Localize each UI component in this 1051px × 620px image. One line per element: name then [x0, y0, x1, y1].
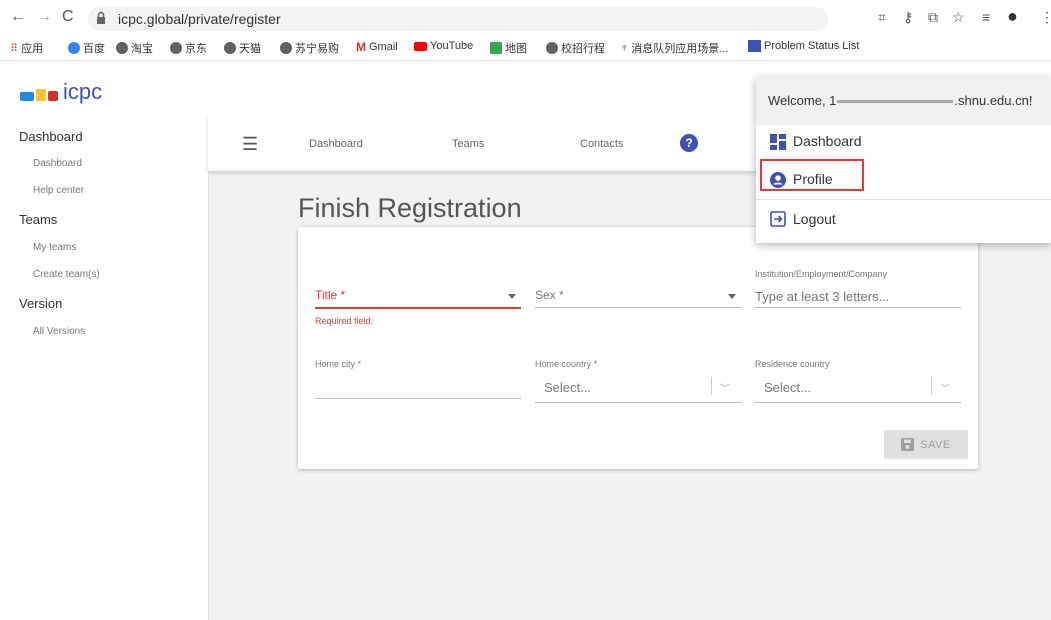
bookmark-gmail[interactable]: M Gmail	[356, 40, 398, 54]
home-city-label: Home city *	[315, 359, 362, 369]
forward-arrow-icon[interactable]: →	[36, 8, 52, 26]
redacted-email	[837, 100, 954, 104]
key-icon[interactable]: ⚷	[903, 9, 913, 26]
globe-icon	[546, 42, 558, 54]
institution-input[interactable]	[755, 285, 961, 307]
bookmark-problem-status[interactable]: Problem Status List	[748, 40, 859, 52]
more-menu-icon[interactable]: ⋮	[1040, 9, 1051, 26]
sex-dropdown-caret-icon	[728, 294, 736, 299]
bookmark-jd[interactable]: 京东	[170, 40, 207, 56]
url-text: icpc.global/private/register	[118, 11, 281, 27]
bookmark-campus[interactable]: 校招行程	[546, 40, 605, 56]
globe-icon	[170, 42, 182, 54]
bookmark-maps[interactable]: 地图	[490, 40, 527, 56]
bookmarks-bar: ⠿ 应用 百度 淘宝 京东 天猫 苏宁易购 M Gmail YouTube 地图 校…	[0, 36, 1051, 61]
logo-yellow-block-icon	[36, 89, 46, 101]
sidebar-section-dashboard: Dashboard	[19, 129, 83, 144]
registration-form-card: Title * Required field. Sex * Institutio…	[298, 227, 978, 469]
nav-dashboard[interactable]: Dashboard	[309, 138, 363, 150]
hamburger-menu-icon[interactable]: ☰	[242, 134, 258, 155]
title-error-text: Required field.	[315, 316, 374, 326]
user-dropdown-menu: Welcome, 1 .shnu.edu.cn! Dashboard Profil…	[756, 77, 1051, 243]
home-country-chevron-down-icon: ﹀	[720, 384, 730, 395]
sidebar-item-all-versions[interactable]: All Versions	[33, 326, 85, 337]
bookmark-baidu[interactable]: 百度	[68, 40, 105, 56]
gmail-icon: M	[356, 40, 366, 54]
qr-icon[interactable]: ⌗	[878, 9, 886, 26]
apps-grid-icon: ⠿	[10, 42, 19, 55]
globe-icon	[280, 42, 292, 54]
title-dropdown-caret-icon	[508, 294, 516, 299]
menu-label-dashboard: Dashboard	[793, 133, 862, 149]
dashboard-icon	[770, 134, 786, 150]
sidebar-item-help-center[interactable]: Help center	[33, 185, 84, 196]
title-underline	[315, 307, 521, 309]
maps-icon	[490, 42, 502, 54]
reading-list-icon[interactable]: ≡	[982, 9, 990, 25]
menu-item-dashboard[interactable]: Dashboard	[756, 123, 1051, 161]
sidebar-section-version: Version	[19, 296, 63, 311]
bookmark-taobao[interactable]: 淘宝	[116, 40, 153, 56]
title-select[interactable]	[315, 285, 521, 309]
star-icon[interactable]: ☆	[952, 9, 965, 26]
home-country-underline	[535, 402, 741, 403]
bookmark-tmall[interactable]: 天猫	[224, 40, 261, 56]
home-country-value: Select...	[544, 380, 591, 395]
home-country-label: Home country *	[535, 359, 598, 369]
save-label: SAVE	[920, 438, 951, 451]
menu-item-logout[interactable]: Logout	[756, 201, 1051, 239]
residence-country-separator	[931, 377, 932, 395]
logo-red-block-icon	[48, 91, 58, 101]
youtube-icon	[414, 41, 427, 51]
logout-icon	[770, 211, 786, 227]
sidebar-section-teams: Teams	[19, 212, 58, 227]
home-city-underline	[315, 398, 521, 399]
icpc-logo[interactable]: icpc	[20, 79, 103, 104]
poj-icon	[748, 40, 761, 52]
lock-icon	[97, 11, 105, 24]
floppy-disk-icon	[901, 438, 915, 451]
baidu-icon	[68, 42, 80, 54]
bookmark-apps[interactable]: ⠿ 应用	[10, 40, 43, 56]
logo-blue-block-icon	[20, 92, 34, 101]
residence-country-chevron-down-icon: ﹀	[940, 384, 950, 395]
bookmark-youtube[interactable]: YouTube	[414, 40, 473, 52]
nav-contacts[interactable]: Contacts	[580, 138, 623, 150]
logo-text: icpc	[63, 79, 103, 104]
bookmark-suning[interactable]: 苏宁易购	[280, 40, 339, 56]
translate-icon[interactable]: ⧉	[928, 9, 938, 26]
welcome-header: Welcome, 1 .shnu.edu.cn!	[756, 77, 1051, 125]
profile-highlight-box	[760, 159, 864, 191]
sidebar-item-create-teams[interactable]: Create team(s)	[33, 269, 100, 280]
sidebar-item-my-teams[interactable]: My teams	[33, 242, 76, 253]
residence-country-label: Residence country	[755, 359, 830, 369]
institution-underline	[755, 307, 961, 308]
sex-select[interactable]	[535, 285, 741, 309]
reload-icon[interactable]: C	[62, 8, 74, 26]
save-button[interactable]: SAVE	[884, 430, 968, 459]
back-arrow-icon[interactable]: ←	[10, 8, 26, 26]
bookmark-mq[interactable]: ♆ 消息队列应用场景...	[620, 40, 728, 56]
sidebar-item-dashboard[interactable]: Dashboard	[33, 158, 82, 169]
bookmark-icon: ♆	[620, 42, 629, 54]
home-country-separator	[711, 377, 712, 395]
home-city-input[interactable]	[315, 375, 521, 397]
institution-label: Institution/Employment/Company	[755, 269, 888, 279]
residence-country-underline	[755, 402, 961, 403]
page-title: Finish Registration	[298, 193, 522, 223]
account-icon[interactable]: ●	[1007, 6, 1018, 27]
browser-toolbar: ← → C icpc.global/private/register ⌗ ⚷ ⧉…	[0, 0, 1051, 36]
sidebar: Dashboard Dashboard Help center Teams My…	[0, 116, 209, 620]
residence-country-value: Select...	[764, 380, 811, 395]
nav-teams[interactable]: Teams	[452, 138, 484, 150]
globe-icon	[116, 42, 128, 54]
menu-label-logout: Logout	[793, 211, 836, 227]
help-icon[interactable]: ?	[680, 134, 698, 152]
menu-divider	[756, 199, 1051, 200]
sex-underline	[535, 307, 741, 308]
globe-icon	[224, 42, 236, 54]
welcome-text: Welcome, 1 .shnu.edu.cn!	[768, 93, 1033, 108]
